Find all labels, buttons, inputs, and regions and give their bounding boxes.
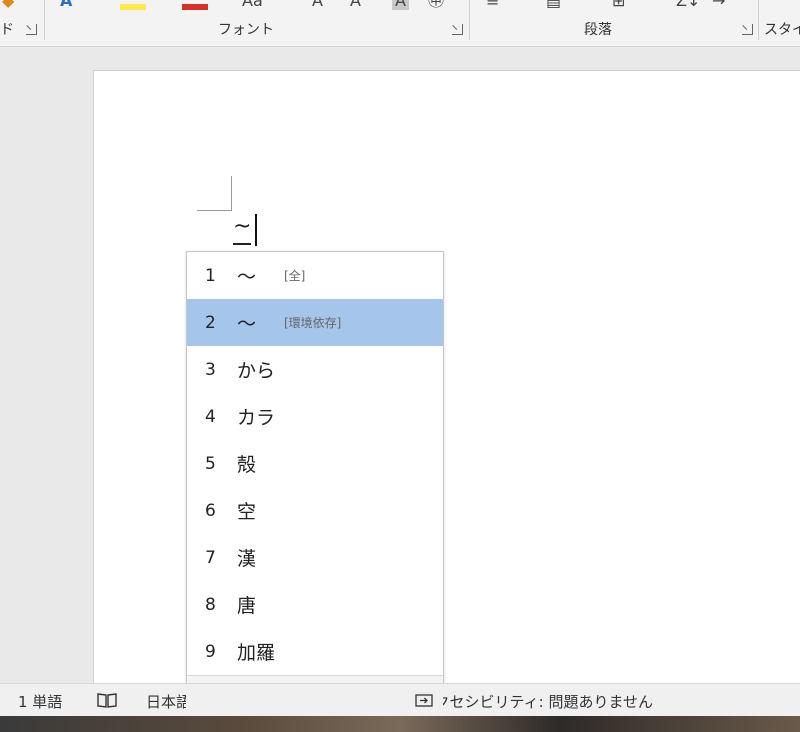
- word-count[interactable]: 1 単語: [18, 691, 62, 712]
- text-effects-icon[interactable]: A: [60, 0, 72, 10]
- candidate-number: 8: [205, 594, 216, 615]
- proofing-book-icon[interactable]: [97, 692, 117, 708]
- ribbon: ◆ A Aa A A A ㊥ ≡ ▤ ⊞ Z↓ → ド フォント 段落 スタイ: [0, 0, 800, 47]
- candidate-number: 1: [205, 265, 216, 286]
- enclosed-character-icon[interactable]: ㊥: [428, 0, 444, 10]
- grow-font-icon[interactable]: A: [312, 0, 323, 10]
- candidate-number: 2: [205, 312, 216, 333]
- candidate-item[interactable]: 9 加羅: [187, 628, 443, 675]
- text-cursor: [255, 214, 257, 246]
- candidate-item[interactable]: 4 カラ: [187, 393, 443, 440]
- status-bar: 1 単語 日本語 アクセシビリティ: 問題ありません: [0, 683, 800, 717]
- accessibility-icon[interactable]: [415, 694, 433, 707]
- shrink-font-icon[interactable]: A: [350, 0, 361, 10]
- candidate-annotation: [環境依存]: [284, 316, 342, 330]
- candidate-annotation: [全]: [284, 269, 306, 283]
- show-marks-icon[interactable]: →: [712, 0, 725, 10]
- candidate-number: 4: [205, 406, 216, 427]
- candidate-word: カラ: [237, 407, 276, 429]
- margin-corner-mark: [231, 176, 232, 210]
- clipboard-launcher-icon[interactable]: [26, 24, 37, 35]
- group-separator: [758, 0, 759, 40]
- candidate-word: 空: [237, 501, 257, 523]
- candidate-word: 〜: [237, 266, 257, 288]
- line-spacing-icon[interactable]: ≡: [486, 0, 499, 10]
- candidate-number: 6: [205, 500, 216, 521]
- character-shading-icon[interactable]: A: [392, 0, 409, 10]
- candidate-word: 殻: [237, 454, 257, 476]
- group-separator: [44, 0, 45, 40]
- language-indicator[interactable]: 日本語: [146, 691, 186, 712]
- candidate-item[interactable]: 6空: [187, 487, 443, 534]
- candidate-number: 5: [205, 453, 216, 474]
- group-label-paragraph: 段落: [584, 22, 612, 38]
- candidate-item[interactable]: 5殻: [187, 440, 443, 487]
- candidate-item[interactable]: 2 〜 [環境依存]: [187, 299, 443, 346]
- margin-corner-mark: [197, 210, 232, 211]
- paragraph-launcher-icon[interactable]: [742, 24, 753, 35]
- candidate-word: 漢: [237, 548, 257, 570]
- accessibility-status-text: アクセシビリティ: 問題ありません: [443, 693, 653, 711]
- change-case-icon[interactable]: Aa: [242, 0, 263, 10]
- candidate-item[interactable]: 7漢: [187, 534, 443, 581]
- highlight-color-icon[interactable]: [120, 0, 146, 10]
- composition-text[interactable]: ~: [233, 213, 252, 245]
- candidate-number: 7: [205, 547, 216, 568]
- ribbon-icons-row: ◆ A Aa A A A ㊥ ≡ ▤ ⊞ Z↓ →: [0, 0, 800, 12]
- group-label-clipboard: ド: [0, 22, 14, 38]
- sort-icon[interactable]: Z↓: [676, 0, 700, 10]
- group-label-styles: スタイ: [764, 22, 800, 38]
- group-separator: [469, 0, 470, 40]
- shading-icon[interactable]: ▤: [546, 0, 561, 10]
- format-painter-icon[interactable]: ◆: [2, 0, 14, 10]
- candidate-number: 9: [205, 641, 216, 662]
- font-color-icon[interactable]: [182, 0, 208, 10]
- candidate-item[interactable]: 3 から: [187, 346, 443, 393]
- candidate-item[interactable]: 1 〜 [全]: [187, 252, 443, 299]
- candidate-word: から: [237, 360, 276, 382]
- borders-icon[interactable]: ⊞: [612, 0, 625, 10]
- candidate-word: 加羅: [237, 642, 276, 664]
- ime-candidate-window[interactable]: 1 〜 [全] 2 〜 [環境依存] 3 から 4 カラ 5 殻 6 空 7 漢 8 唐 9 加羅: [186, 251, 444, 723]
- candidate-number: 3: [205, 359, 216, 380]
- group-label-font: フォント: [218, 22, 274, 38]
- candidate-word: 唐: [237, 595, 257, 617]
- candidate-item[interactable]: 8唐: [187, 581, 443, 628]
- candidate-word: 〜: [237, 313, 257, 335]
- accessibility-status[interactable]: アクセシビリティ: 問題ありません: [443, 691, 653, 712]
- font-launcher-icon[interactable]: [452, 24, 463, 35]
- desktop-background: [0, 716, 800, 732]
